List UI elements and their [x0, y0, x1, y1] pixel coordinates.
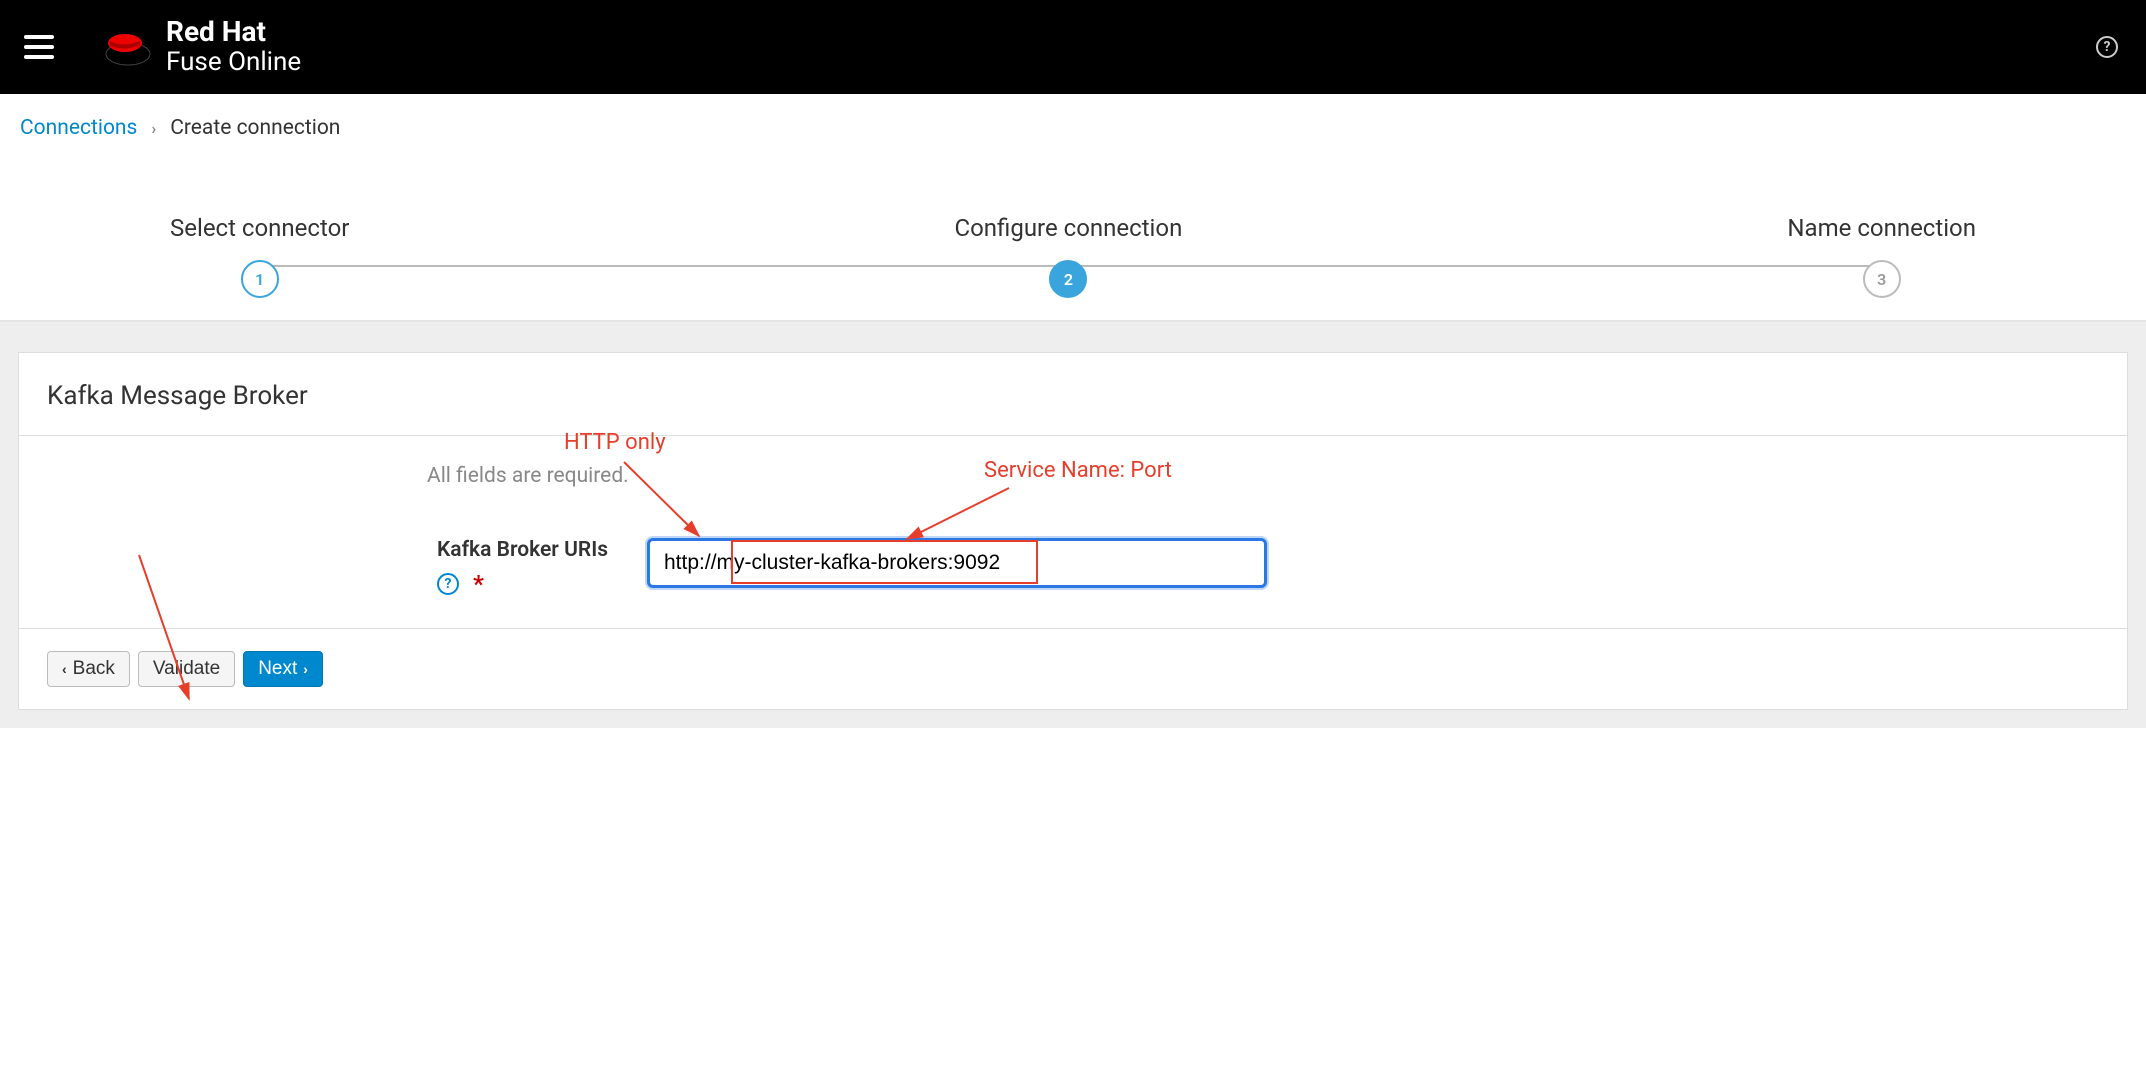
button-label: Next [258, 658, 297, 680]
wizard-step-number: 1 [241, 260, 279, 298]
panel-title: Kafka Message Broker [19, 353, 2127, 436]
wizard-step-configure-connection[interactable]: Configure connection 2 [954, 214, 1182, 298]
breadcrumb-current: Create connection [170, 116, 340, 140]
wizard-step-number: 3 [1863, 260, 1901, 298]
redhat-fedora-icon [102, 28, 152, 66]
back-button[interactable]: ‹ Back [47, 651, 130, 687]
panel-body: HTTP only Service Name: Port [19, 436, 2127, 628]
validate-button[interactable]: Validate [138, 651, 235, 687]
form-label: Kafka Broker URIs [437, 538, 647, 562]
brand-text: Red Hat Fuse Online [166, 16, 301, 78]
panel-footer: ‹ Back Validate Next › [19, 628, 2127, 709]
wizard-step-label: Name connection [1787, 214, 1976, 242]
wizard-steps: Select connector 1 Configure connection … [0, 162, 2146, 322]
next-button[interactable]: Next › [243, 651, 323, 687]
field-help-icon[interactable]: ? [437, 573, 459, 595]
breadcrumb: Connections › Create connection [0, 94, 2146, 162]
content-area: Kafka Message Broker HTTP only Service N… [0, 322, 2146, 728]
brand-subtitle: Fuse Online [166, 48, 301, 78]
button-label: Validate [153, 658, 220, 680]
breadcrumb-root-link[interactable]: Connections [20, 116, 137, 140]
wizard-step-label: Configure connection [954, 214, 1182, 242]
brand: Red Hat Fuse Online [102, 16, 301, 78]
topbar: Red Hat Fuse Online ? [0, 0, 2146, 94]
form-label-wrap: Kafka Broker URIs ? * [47, 538, 647, 598]
kafka-broker-uris-input[interactable] [647, 538, 1267, 588]
chevron-left-icon: ‹ [62, 661, 67, 677]
chevron-right-icon: › [303, 661, 308, 677]
brand-title: Red Hat [166, 16, 301, 48]
help-icon[interactable]: ? [2096, 36, 2118, 58]
required-star-icon: * [473, 570, 484, 598]
chevron-right-icon: › [151, 119, 156, 138]
wizard-step-name-connection[interactable]: Name connection 3 [1787, 214, 1976, 298]
hamburger-menu-button[interactable] [24, 35, 54, 59]
config-panel: Kafka Message Broker HTTP only Service N… [18, 352, 2128, 710]
form-row-kafka-broker-uris: Kafka Broker URIs ? * [47, 538, 2099, 598]
wizard-step-number: 2 [1049, 260, 1087, 298]
required-note: All fields are required. [427, 464, 2099, 488]
button-label: Back [73, 658, 115, 680]
wizard-step-label: Select connector [170, 214, 349, 242]
wizard-step-select-connector[interactable]: Select connector 1 [170, 214, 349, 298]
